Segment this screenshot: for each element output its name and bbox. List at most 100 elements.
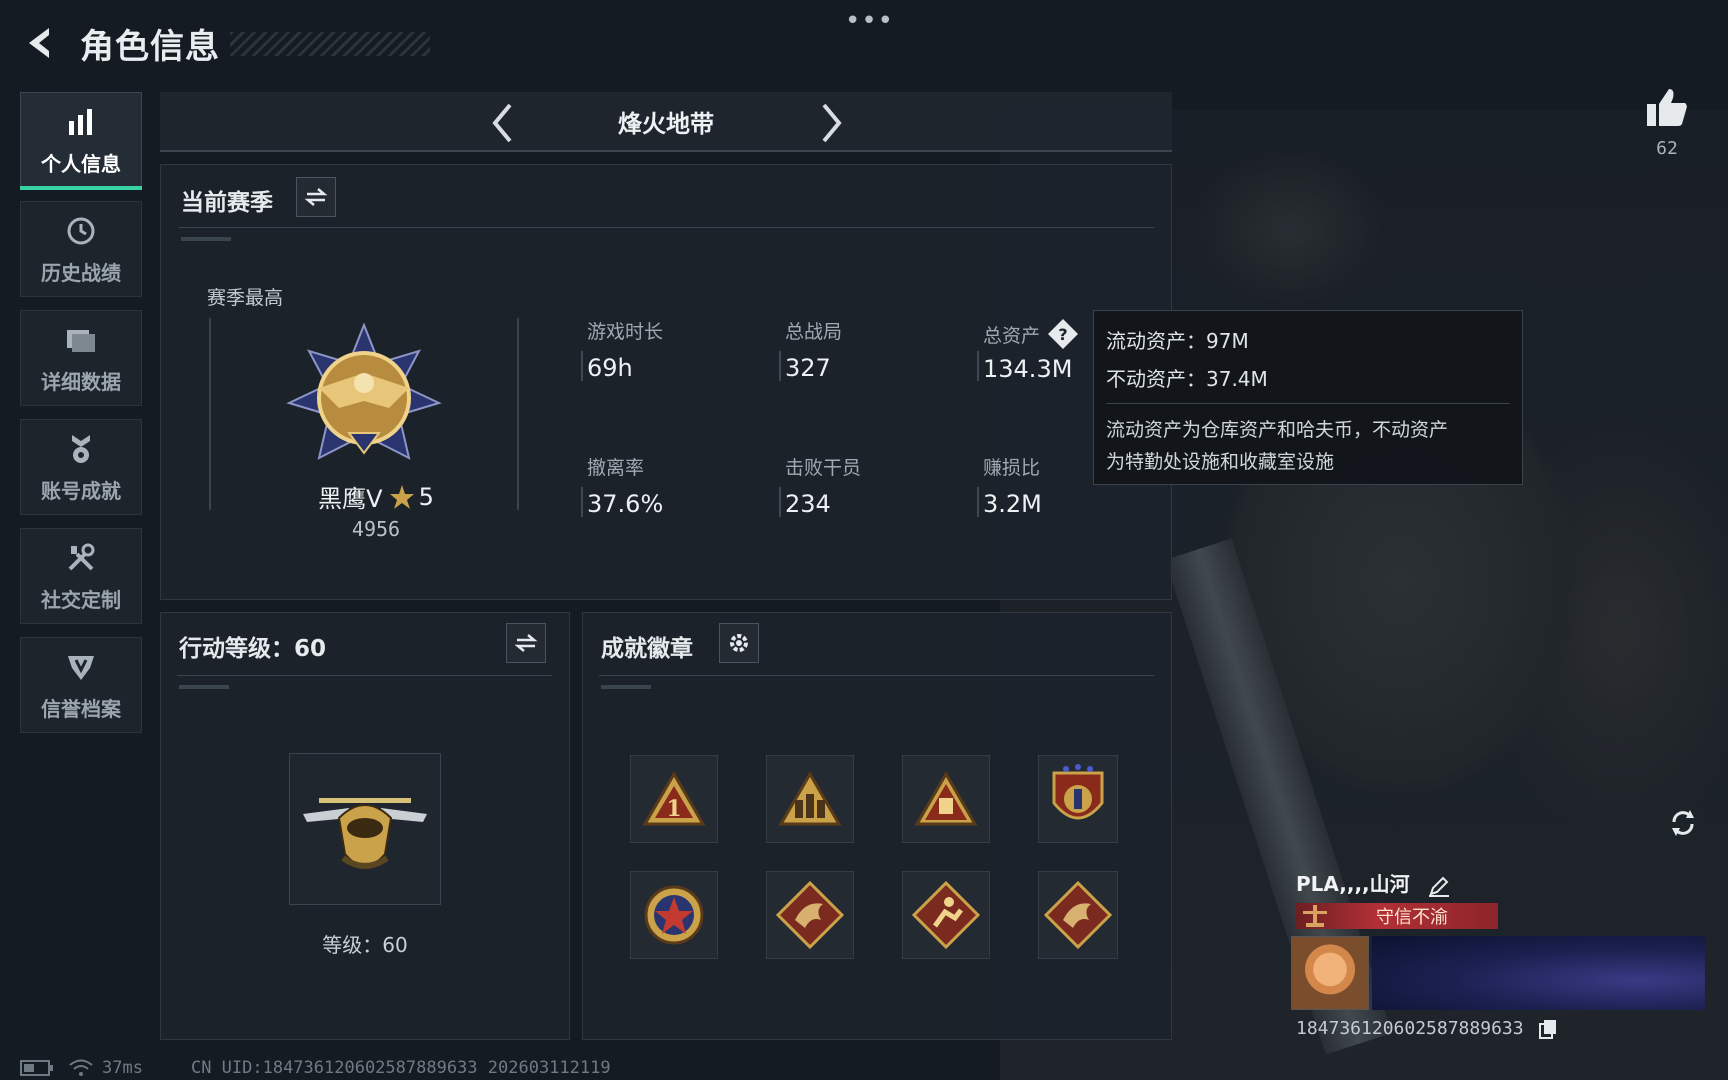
level-mark	[179, 685, 229, 689]
sidebar-item-achievements[interactable]: 账号成就	[20, 419, 142, 515]
medal-icon	[63, 431, 99, 467]
season-divider	[179, 227, 1154, 228]
stat-play-time: 游戏时长 69h	[581, 317, 664, 382]
player-title-strip: 守信不渝	[1296, 903, 1498, 929]
sidebar-item-history[interactable]: 历史战绩	[20, 201, 142, 297]
prev-map-button[interactable]	[482, 100, 522, 146]
history-clock-icon	[63, 213, 99, 249]
sidebar: 个人信息 历史战绩 详细数据 账号成就 社交定制 信誉档案	[20, 92, 144, 746]
supply-triangle-badge-icon	[914, 771, 978, 826]
chevron-left-icon	[492, 103, 512, 143]
rank-name: 黑鹰V	[318, 485, 383, 513]
title-decoration	[230, 32, 430, 56]
tooltip-desc-line2: 为特勤处设施和收藏室设施	[1106, 451, 1335, 473]
chevron-right-icon	[822, 103, 842, 143]
help-icon[interactable]: ?	[1046, 317, 1080, 351]
like-widget[interactable]: 62	[1642, 86, 1692, 159]
ping-text: 37ms	[102, 1058, 143, 1078]
stat-profit-ratio: 赚损比 3.2M	[977, 453, 1042, 518]
bar-chart-icon	[63, 104, 99, 140]
copy-icon[interactable]	[1538, 1018, 1558, 1040]
sidebar-item-label: 详细数据	[41, 369, 121, 394]
assets-tooltip: 流动资产：97M 不动资产：37.4M 流动资产为仓库资产和哈夫币，不动资产 为…	[1093, 310, 1523, 485]
swap-arrows-icon	[304, 188, 328, 206]
season-title: 当前赛季	[181, 190, 273, 216]
runner-diamond-badge-icon	[911, 880, 981, 950]
svg-text:?: ?	[1058, 325, 1067, 344]
sidebar-item-details[interactable]: 详细数据	[20, 310, 142, 406]
level-text: 等级：60	[322, 933, 408, 957]
sidebar-item-personal-info[interactable]: 个人信息	[20, 92, 142, 190]
tooltip-divider	[1106, 403, 1510, 404]
star-shield-badge-icon	[1052, 764, 1104, 820]
stat-tick	[779, 487, 781, 517]
svg-text:1: 1	[666, 796, 681, 822]
header: 角色信息	[20, 18, 430, 68]
map-name: 烽火地带	[618, 109, 714, 138]
badges-divider	[599, 675, 1154, 676]
stat-kills: 击败干员 234	[779, 453, 862, 518]
badge-runner[interactable]	[902, 871, 990, 959]
stat-label: 游戏时长	[587, 321, 664, 343]
action-level-switch-button[interactable]	[506, 623, 546, 663]
tooltip-desc-line1: 流动资产为仓库资产和哈夫币，不动资产	[1106, 419, 1449, 441]
badge-squad[interactable]	[766, 755, 854, 843]
next-map-button[interactable]	[812, 100, 852, 146]
stat-tick	[581, 351, 583, 381]
footer-uid-line: CN UID:184736120602587889633 20260311211…	[190, 1058, 611, 1078]
stat-value: 37.6%	[587, 490, 664, 518]
scales-icon	[1303, 905, 1327, 927]
edit-pencil-icon[interactable]	[1427, 874, 1451, 898]
badge-star-roundel[interactable]	[630, 871, 718, 959]
sidebar-item-social[interactable]: 社交定制	[20, 528, 142, 624]
like-count: 62	[1656, 138, 1678, 159]
black-hawk-rank-icon	[286, 322, 442, 460]
star-roundel-badge-icon	[644, 885, 704, 945]
profile-banner	[1372, 936, 1705, 1010]
rotate-view-button[interactable]	[1664, 804, 1702, 842]
back-button[interactable]	[20, 21, 60, 65]
achievement-badges-panel: 成就徽章 1	[582, 612, 1172, 1040]
stat-label: 撤离率	[587, 457, 645, 479]
tools-icon	[63, 540, 99, 576]
badge-dragon[interactable]	[766, 871, 854, 959]
gear-icon	[730, 634, 748, 652]
badges-mark	[601, 685, 651, 689]
player-name: PLA,,,,山河	[1296, 872, 1410, 896]
rank-emblem	[279, 322, 449, 473]
stat-label: 总战局	[785, 321, 843, 343]
badge-star-shield[interactable]	[1038, 755, 1118, 843]
stat-tick	[581, 487, 583, 517]
stat-total-assets: 总资产 ? 134.3M	[977, 317, 1080, 383]
badge-supply[interactable]	[902, 755, 990, 843]
helicopter-emblem-icon	[303, 798, 427, 869]
season-best-label: 赛季最高	[207, 287, 284, 309]
sidebar-item-label: 历史战绩	[41, 260, 121, 285]
action-level-panel: 行动等级：60 等级：60	[160, 612, 570, 1040]
battery-icon	[20, 1060, 53, 1076]
stat-tick	[779, 351, 781, 381]
star-icon	[389, 484, 414, 509]
stat-label: 击败干员	[785, 457, 862, 479]
badge-rank-1[interactable]: 1	[630, 755, 718, 843]
badge-dragon-2[interactable]	[1038, 871, 1118, 959]
squad-triangle-badge-icon	[778, 771, 842, 826]
sidebar-item-label: 社交定制	[41, 587, 121, 612]
swap-arrows-icon	[514, 634, 538, 652]
stat-extract-rate: 撤离率 37.6%	[581, 453, 664, 518]
tooltip-fixed-assets: 不动资产：37.4M	[1106, 367, 1268, 391]
badges-settings-button[interactable]	[719, 623, 759, 663]
uid-row: 1847361206025878896​33	[1296, 1018, 1558, 1040]
level-emblem-frame	[289, 753, 441, 905]
avatar[interactable]	[1291, 936, 1369, 1010]
folder-icon	[63, 322, 99, 358]
sidebar-item-credit[interactable]: 信誉档案	[20, 637, 142, 733]
season-switch-button[interactable]	[296, 177, 336, 217]
refresh-icon	[1672, 810, 1694, 836]
stat-value: 69h	[587, 354, 633, 382]
more-options-icon[interactable]: •••	[845, 6, 894, 36]
thumbs-up-icon	[1647, 89, 1687, 126]
level-divider	[177, 675, 552, 676]
rank-stars: 5	[418, 482, 434, 511]
stat-label: 赚损比	[983, 457, 1041, 479]
